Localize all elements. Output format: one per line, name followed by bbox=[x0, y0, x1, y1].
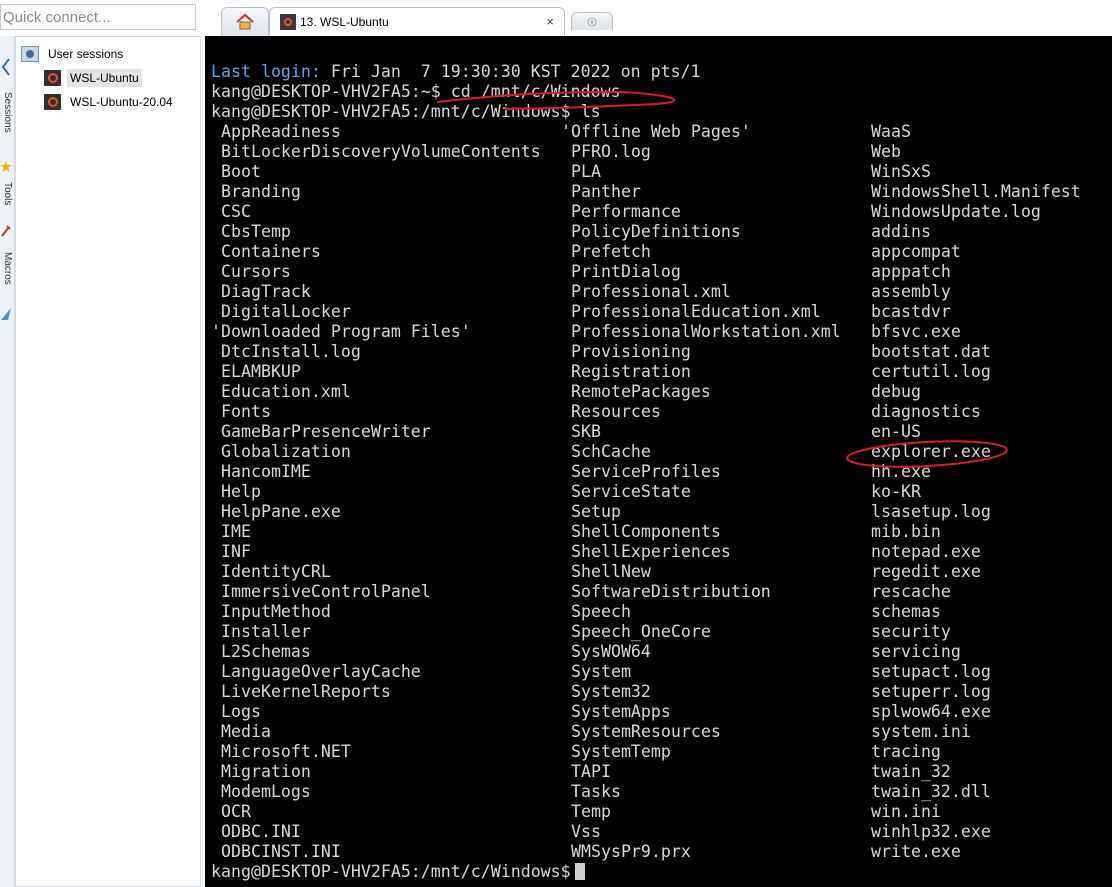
side-tab-strip: Sessions Tools Macros bbox=[0, 36, 15, 887]
home-icon bbox=[236, 13, 254, 30]
session-item-label: WSL-Ubuntu-20.04 bbox=[70, 95, 173, 109]
red-annotations bbox=[436, 90, 1008, 468]
collapse-arrow-icon[interactable] bbox=[0, 56, 12, 78]
close-icon[interactable]: × bbox=[546, 14, 554, 29]
session-item-label: WSL-Ubuntu bbox=[67, 69, 142, 87]
plus-icon bbox=[587, 17, 597, 26]
home-tab[interactable] bbox=[221, 7, 269, 36]
star-icon bbox=[0, 161, 12, 172]
terminal[interactable]: Last login: Fri Jan 7 19:30:30 KST 2022 … bbox=[205, 36, 1112, 887]
underline-annotation bbox=[436, 90, 676, 110]
ubuntu-icon bbox=[44, 94, 61, 110]
new-tab-button[interactable] bbox=[571, 12, 613, 30]
user-sessions-label: User sessions bbox=[48, 47, 124, 61]
ubuntu-icon bbox=[44, 70, 61, 86]
tab-bar: 13. WSL-Ubuntu × bbox=[205, 0, 1112, 36]
sessions-panel: User sessions WSL-Ubuntu WSL-Ubuntu-20.0… bbox=[15, 36, 201, 887]
quick-connect-input[interactable] bbox=[0, 4, 196, 30]
tab-title: 13. WSL-Ubuntu bbox=[300, 15, 389, 29]
side-tab-sessions[interactable]: Sessions bbox=[0, 92, 14, 142]
explorer-circle-annotation bbox=[846, 440, 1008, 468]
user-sessions-icon bbox=[21, 46, 39, 62]
tools-icon bbox=[1, 225, 11, 237]
macros-icon bbox=[1, 308, 11, 320]
ubuntu-icon bbox=[280, 14, 296, 30]
side-tab-tools[interactable]: Tools bbox=[0, 182, 14, 222]
session-item-wsl-ubuntu-20-04[interactable]: WSL-Ubuntu-20.04 bbox=[44, 92, 176, 112]
user-sessions-folder[interactable]: User sessions bbox=[21, 44, 126, 64]
session-item-wsl-ubuntu[interactable]: WSL-Ubuntu bbox=[44, 68, 142, 88]
side-tab-macros[interactable]: Macros bbox=[0, 252, 14, 304]
tab-wsl-ubuntu[interactable]: 13. WSL-Ubuntu × bbox=[269, 7, 565, 36]
